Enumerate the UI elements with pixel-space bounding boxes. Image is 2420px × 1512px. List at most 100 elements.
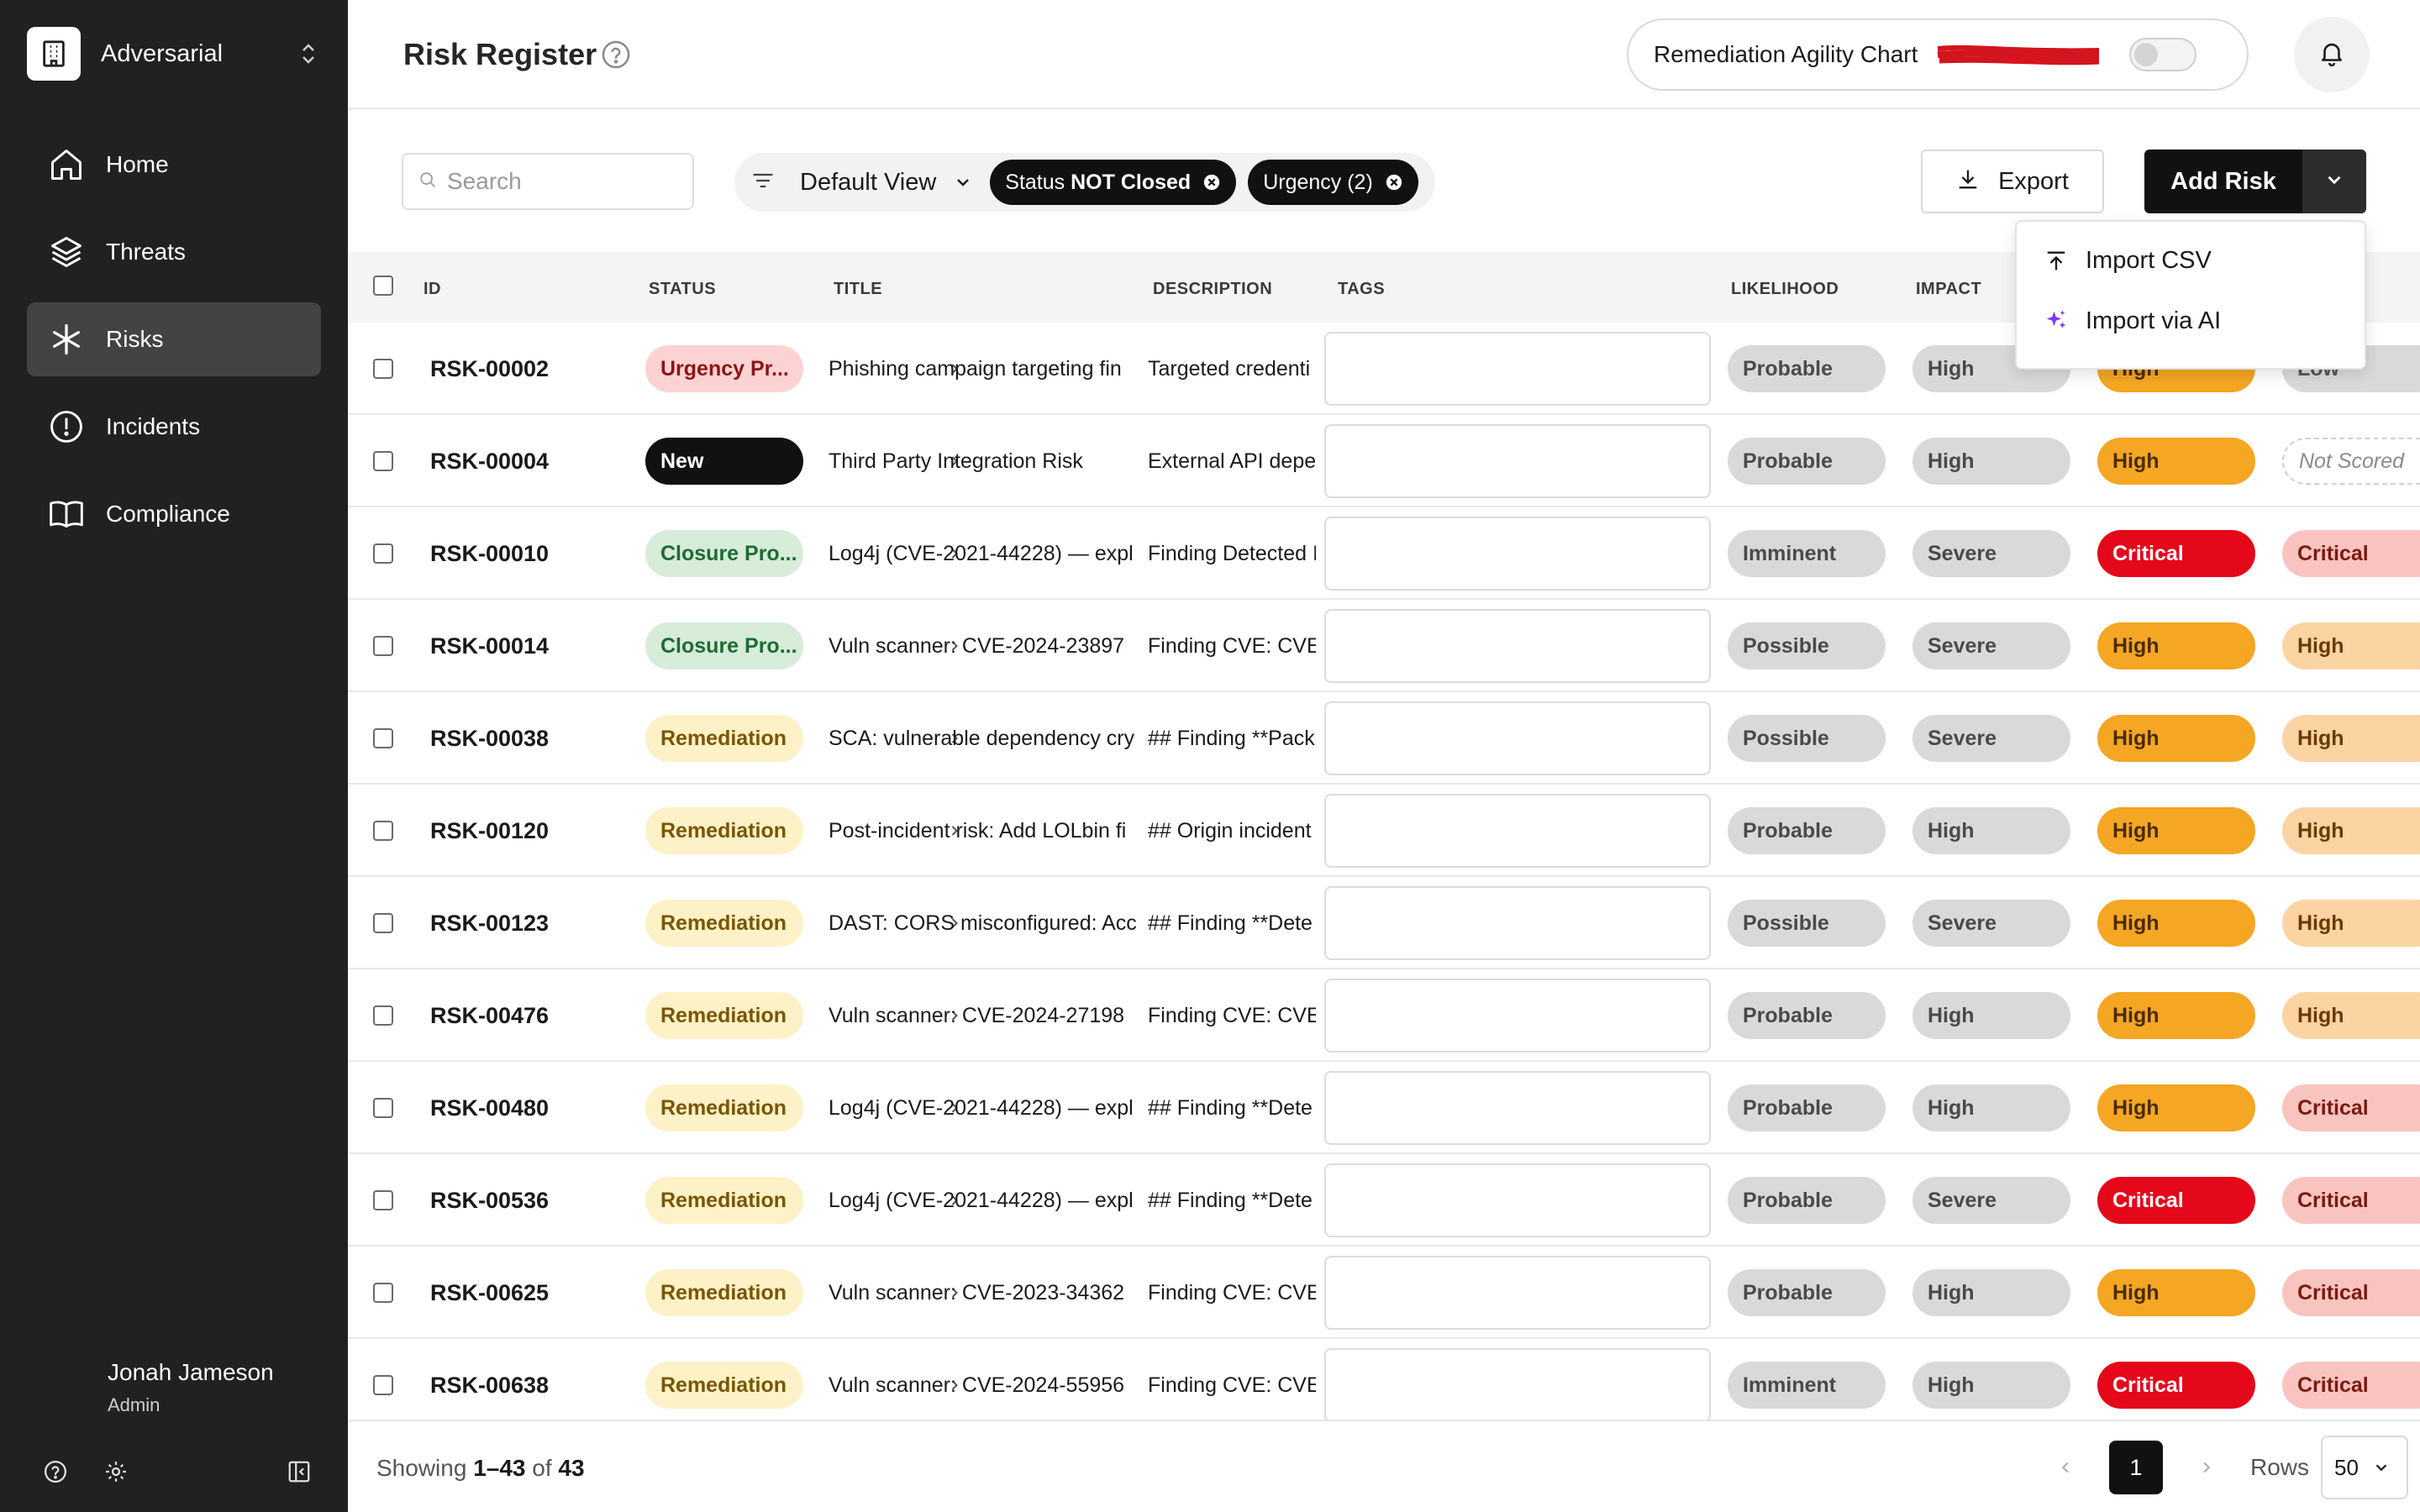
row-checkbox[interactable] <box>373 913 393 933</box>
status-badge[interactable]: Remediation <box>645 807 803 854</box>
impact-pill[interactable]: Severe <box>1912 900 2070 947</box>
user-profile[interactable]: Jonah Jameson Admin <box>108 1359 274 1416</box>
filter-chip-status[interactable]: Status NOT Closed <box>990 160 1237 205</box>
gear-icon[interactable] <box>101 1457 131 1487</box>
tags-input[interactable] <box>1324 886 1711 960</box>
risk-id[interactable]: RSK-00014 <box>430 633 549 659</box>
likelihood-pill[interactable]: Probable <box>1728 1177 1886 1224</box>
impact-pill[interactable]: High <box>1912 1362 2070 1409</box>
tags-input[interactable] <box>1324 517 1711 591</box>
row-checkbox[interactable] <box>373 359 393 379</box>
likelihood-pill[interactable]: Imminent <box>1728 1362 1886 1409</box>
risk-title[interactable]: Post-incident risk: Add LOLbin fi <box>829 819 1126 843</box>
risk-id[interactable]: RSK-00638 <box>430 1373 549 1399</box>
close-circle-icon[interactable] <box>1202 173 1221 192</box>
add-risk-button[interactable]: Add Risk <box>2144 150 2302 213</box>
impact-pill[interactable]: High <box>1912 807 2070 854</box>
residual-score-pill[interactable]: High <box>2282 992 2420 1039</box>
impact-pill[interactable]: Severe <box>1912 530 2070 577</box>
sidebar-item-risks[interactable]: Risks <box>27 302 321 376</box>
likelihood-pill[interactable]: Imminent <box>1728 530 1886 577</box>
status-badge[interactable]: New <box>645 438 803 485</box>
residual-score-pill[interactable]: Critical <box>2282 1362 2420 1409</box>
likelihood-pill[interactable]: Probable <box>1728 1084 1886 1131</box>
status-badge[interactable]: Remediation <box>645 1084 803 1131</box>
status-badge[interactable]: Remediation <box>645 992 803 1039</box>
table-row[interactable]: RSK-00638 Remediation Vuln scanner: CVE-20… <box>348 1339 2420 1420</box>
likelihood-pill[interactable]: Possible <box>1728 900 1886 947</box>
likelihood-pill[interactable]: Probable <box>1728 438 1886 485</box>
risk-id[interactable]: RSK-00480 <box>430 1095 549 1121</box>
risk-title[interactable]: Vuln scanner: CVE-2024-23897 <box>829 634 1124 659</box>
residual-score-pill[interactable]: Not Scored <box>2282 438 2420 485</box>
risk-score-pill[interactable]: High <box>2097 900 2255 947</box>
risk-score-pill[interactable]: High <box>2097 807 2255 854</box>
column-header-title[interactable]: TITLE <box>834 280 882 299</box>
risk-score-pill[interactable]: High <box>2097 438 2255 485</box>
risk-score-pill[interactable]: Critical <box>2097 1177 2255 1224</box>
row-checkbox[interactable] <box>373 1375 393 1395</box>
risk-score-pill[interactable]: High <box>2097 1084 2255 1131</box>
likelihood-pill[interactable]: Probable <box>1728 345 1886 392</box>
table-row[interactable]: RSK-00014 Closure Pro... Vuln scanner: CVE… <box>348 600 2420 692</box>
table-row[interactable]: RSK-00120 Remediation Post-incident risk: … <box>348 785 2420 877</box>
row-checkbox[interactable] <box>373 1005 393 1026</box>
tags-input[interactable] <box>1324 1163 1711 1237</box>
residual-score-pill[interactable]: Critical <box>2282 1269 2420 1316</box>
column-header-likelihood[interactable]: LIKELIHOOD <box>1731 280 1839 299</box>
residual-score-pill[interactable]: High <box>2282 622 2420 669</box>
likelihood-pill[interactable]: Probable <box>1728 1269 1886 1316</box>
sidebar-item-compliance[interactable]: Compliance <box>27 477 321 551</box>
view-select[interactable]: Default View <box>751 153 990 212</box>
table-row[interactable]: RSK-00123 Remediation DAST: CORS misconfig… <box>348 877 2420 969</box>
table-row[interactable]: RSK-00004 New Third Party Integration Risk… <box>348 415 2420 507</box>
rows-per-page-select[interactable]: 50 <box>2321 1436 2409 1499</box>
status-badge[interactable]: Closure Pro... <box>645 622 803 669</box>
risk-id[interactable]: RSK-00476 <box>430 1003 549 1029</box>
likelihood-pill[interactable]: Possible <box>1728 715 1886 762</box>
tags-input[interactable] <box>1324 1256 1711 1330</box>
risk-title[interactable]: Phishing campaign targeting fin <box>829 357 1122 381</box>
row-checkbox[interactable] <box>373 1283 393 1303</box>
sidebar-item-threats[interactable]: Threats <box>27 215 321 289</box>
risk-score-pill[interactable]: High <box>2097 992 2255 1039</box>
help-circle-icon[interactable] <box>600 39 632 71</box>
search-input[interactable] <box>447 168 682 195</box>
help-circle-icon[interactable] <box>40 1457 71 1487</box>
tags-input[interactable] <box>1324 701 1711 775</box>
impact-pill[interactable]: High <box>1912 1084 2070 1131</box>
column-header-status[interactable]: STATUS <box>649 280 716 299</box>
menu-item-import-csv[interactable]: Import CSV <box>2017 230 2365 291</box>
next-page-button[interactable] <box>2190 1451 2223 1484</box>
likelihood-pill[interactable]: Probable <box>1728 807 1886 854</box>
risk-id[interactable]: RSK-00120 <box>430 818 549 844</box>
impact-pill[interactable]: High <box>1912 1269 2070 1316</box>
row-checkbox[interactable] <box>373 1098 393 1118</box>
risk-title[interactable]: Log4j (CVE-2021-44228) — expl <box>829 542 1134 566</box>
row-checkbox[interactable] <box>373 728 393 748</box>
tags-input[interactable] <box>1324 1348 1711 1420</box>
risk-id[interactable]: RSK-00038 <box>430 726 549 752</box>
column-header-description[interactable]: DESCRIPTION <box>1153 280 1272 299</box>
risk-title[interactable]: SCA: vulnerable dependency cry <box>829 727 1134 751</box>
residual-score-pill[interactable]: Critical <box>2282 530 2420 577</box>
status-badge[interactable]: Remediation <box>645 715 803 762</box>
tags-input[interactable] <box>1324 794 1711 868</box>
close-circle-icon[interactable] <box>1385 173 1403 192</box>
residual-score-pill[interactable]: High <box>2282 807 2420 854</box>
risk-title[interactable]: Vuln scanner: CVE-2023-34362 <box>829 1281 1124 1305</box>
risk-id[interactable]: RSK-00002 <box>430 356 549 382</box>
remediation-chart-toggle[interactable] <box>2129 38 2197 71</box>
column-header-tags[interactable]: TAGS <box>1338 280 1385 299</box>
residual-score-pill[interactable]: High <box>2282 900 2420 947</box>
risk-id[interactable]: RSK-00625 <box>430 1280 549 1306</box>
residual-score-pill[interactable]: High <box>2282 715 2420 762</box>
notifications-button[interactable] <box>2294 17 2370 92</box>
risk-id[interactable]: RSK-00536 <box>430 1188 549 1214</box>
column-header-impact[interactable]: IMPACT <box>1916 280 1981 299</box>
residual-score-pill[interactable]: Critical <box>2282 1177 2420 1224</box>
row-checkbox[interactable] <box>373 821 393 841</box>
risk-id[interactable]: RSK-00010 <box>430 541 549 567</box>
status-badge[interactable]: Remediation <box>645 1177 803 1224</box>
row-checkbox[interactable] <box>373 636 393 656</box>
